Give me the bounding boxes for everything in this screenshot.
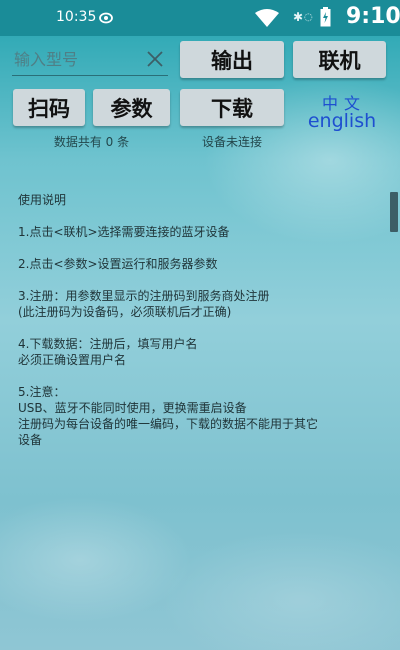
instructions-title: 使用说明 bbox=[18, 193, 67, 207]
output-button[interactable]: 输出 bbox=[180, 41, 284, 78]
instruction-step-4-note: 必须正确设置用户名 bbox=[18, 353, 127, 367]
instruction-step-5-device: 设备 bbox=[18, 433, 43, 447]
status-time: 10:35 bbox=[56, 9, 97, 25]
scan-button[interactable]: 扫码 bbox=[13, 89, 85, 126]
instruction-step-3-note: (此注册码为设备码，必须联机后才正确) bbox=[18, 305, 232, 319]
eye-icon bbox=[99, 12, 113, 24]
instruction-step-1: 1.点击<联机>选择需要连接的蓝牙设备 bbox=[18, 225, 230, 239]
app-screen: 10:35 ✱ ◌ 9:10 输出 联机 扫码 参数 下载 中文 english… bbox=[0, 0, 400, 650]
download-button[interactable]: 下载 bbox=[180, 89, 284, 126]
connection-status-label: 设备未连接 bbox=[201, 135, 262, 149]
scrollbar-thumb[interactable] bbox=[390, 192, 398, 232]
wifi-icon bbox=[255, 9, 279, 27]
battery-icon bbox=[320, 7, 331, 27]
instruction-step-2: 2.点击<参数>设置运行和服务器参数 bbox=[18, 257, 218, 271]
signal-icon: ◌ bbox=[304, 12, 313, 23]
model-input[interactable] bbox=[12, 44, 168, 76]
instructions-panel: 使用说明 1.点击<联机>选择需要连接的蓝牙设备 2.点击<参数>设置运行和服务… bbox=[18, 192, 400, 448]
bluetooth-icon: ✱ bbox=[293, 10, 304, 24]
language-english-link[interactable]: english bbox=[302, 110, 382, 132]
status-clock-large: 9:10 bbox=[346, 4, 400, 29]
instruction-step-5: 5.注意： bbox=[18, 385, 66, 399]
instruction-step-3: 3.注册：用参数里显示的注册码到服务商处注册 bbox=[18, 289, 270, 303]
record-count-label: 数据共有 0 条 bbox=[53, 135, 130, 149]
params-button[interactable]: 参数 bbox=[93, 89, 170, 126]
instruction-step-4: 4.下载数据：注册后，填写用户名 bbox=[18, 337, 198, 351]
instruction-step-5-usb: USB、蓝牙不能同时使用，更换需重启设备 bbox=[18, 401, 247, 415]
clear-icon[interactable] bbox=[146, 50, 164, 68]
status-bar: 10:35 ✱ ◌ 9:10 bbox=[0, 0, 400, 36]
instruction-step-5-code: 注册码为每台设备的唯一编码，下载的数据不能用于其它 bbox=[18, 417, 319, 431]
connect-button[interactable]: 联机 bbox=[293, 41, 386, 78]
